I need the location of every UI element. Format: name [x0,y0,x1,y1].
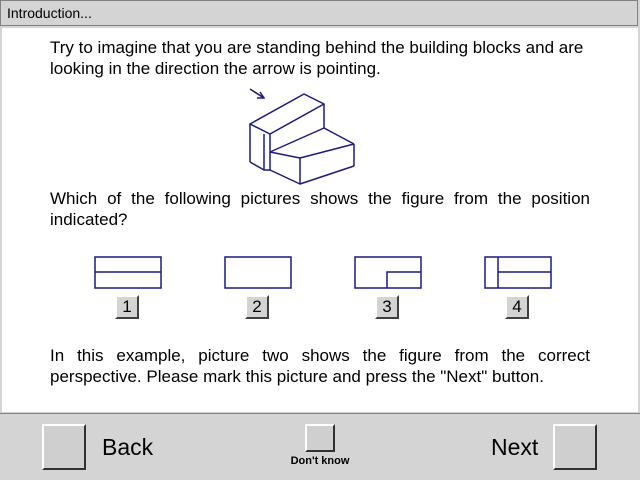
next-button[interactable] [553,424,597,470]
instruction-text: Try to imagine that you are standing beh… [50,38,584,78]
direction-arrow [249,88,266,99]
next-label[interactable]: Next [491,434,538,461]
option-1-picture[interactable] [94,256,162,289]
footer-divider [0,413,640,414]
back-button[interactable] [42,424,86,470]
example-text: In this example, picture two shows the f… [50,346,590,386]
dont-know-button[interactable] [305,424,335,452]
window-title: Introduction... [7,5,92,21]
dont-know-label[interactable]: Don't know [270,455,370,467]
building-blocks-figure [249,88,355,185]
option-4-button[interactable]: 4 [505,295,529,319]
option-1-button[interactable]: 1 [115,295,139,319]
question-text: Which of the following pictures shows th… [50,189,590,229]
option-4-picture[interactable] [484,256,552,289]
option-2-button[interactable]: 2 [245,295,269,319]
blocks-drawing [249,93,355,185]
option-2-picture[interactable] [224,256,292,289]
option-3-button[interactable]: 3 [375,295,399,319]
title-bar: Introduction... [0,0,638,26]
content-panel: Try to imagine that you are standing beh… [2,28,638,412]
back-label[interactable]: Back [102,434,153,461]
option-3-picture[interactable] [354,256,422,289]
